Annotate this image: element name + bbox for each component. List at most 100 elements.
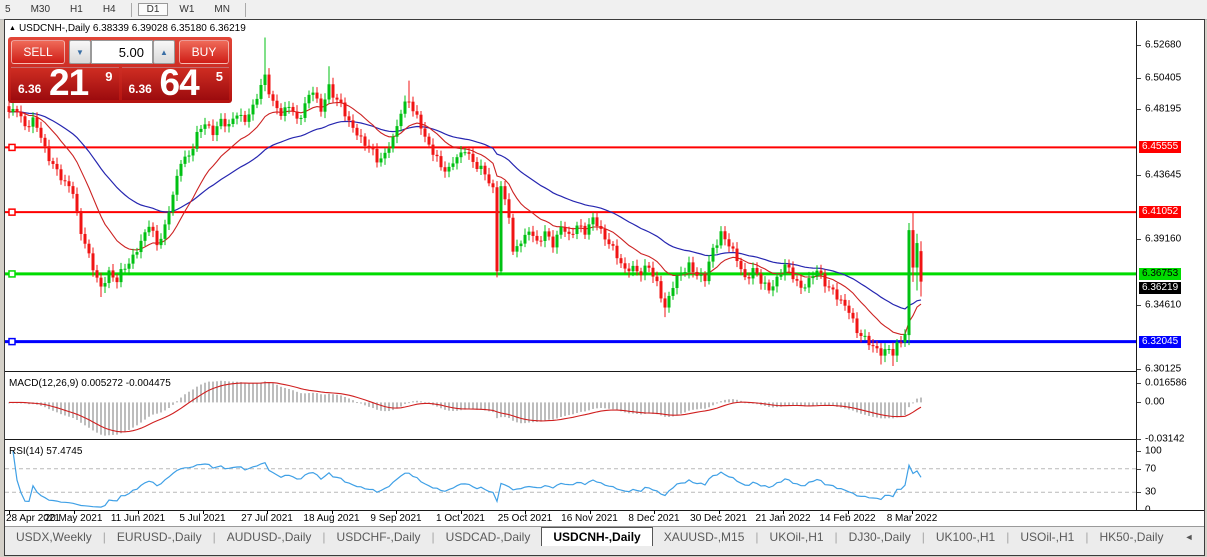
axis-tick-mark [1137,383,1141,385]
date-label: 18 Aug 2021 [303,513,360,524]
collapse-triangle-icon[interactable]: ▲ [9,25,16,32]
rsi-chart [5,450,1136,508]
ask-price-main: 64 [159,62,200,103]
axis-tick-mark [1137,438,1141,440]
axis-tick-mark [1137,45,1141,46]
macd-value-main: 0.005272 [81,378,123,389]
tab-scroll-left-icon[interactable]: ◄ [1184,532,1193,542]
tab-usoil-h1[interactable]: USOil-,H1 [1009,527,1085,546]
axis-tick-mark [1137,369,1141,371]
tab-usdx-weekly[interactable]: USDX,Weekly [5,527,103,546]
date-label: 9 Sep 2021 [370,513,422,524]
bid-price-prefix: 6.36 [18,82,42,96]
date-label: 20 May 2021 [44,513,103,524]
bid-price-pip: 9 [105,69,113,84]
current-price-label: 6.36219 [1139,281,1182,294]
price-axis[interactable]: 6.52680 6.50405 6.48195 6.43645 6.39160 6.346… [1136,21,1204,516]
bid-price-main: 21 [49,62,89,103]
toolbar-separator [244,2,246,17]
date-label: 5 Jul 2021 [179,513,226,524]
rsi-name: RSI(14) [9,446,44,457]
price-tick-label: 6.43645 [1145,169,1182,181]
tab-dj30-daily[interactable]: DJ30-,Daily [838,527,922,546]
date-label: 1 Oct 2021 [436,513,485,524]
macd-tick-label: 0.00 [1145,396,1165,408]
axis-tick-mark [1137,468,1141,470]
axis-tick-mark [1137,239,1141,241]
axis-tick-mark [1137,304,1141,306]
toolbar-separator [130,2,132,17]
macd-tick-label: 0.016586 [1145,377,1187,389]
timeframe-button-m30[interactable]: M30 [22,3,59,16]
price-tick-label: 6.50405 [1145,72,1182,84]
rsi-tick-label: 100 [1145,445,1162,457]
chart-window: ▲ USDCNH-,Daily 6.38339 6.39028 6.35180 6… [4,19,1205,556]
date-label: 16 Nov 2021 [561,513,618,524]
hline-price-label: 6.41052 [1139,206,1182,219]
buy-button[interactable]: BUY [179,40,229,64]
ask-price-pip: 5 [215,69,223,84]
bottom-strip [5,546,1204,555]
axis-tick-mark [1137,77,1141,79]
one-click-trading-panel: SELL ▼ 5.00 ▲ BUY 6.36 21 9 6.36 64 5 [8,37,232,103]
price-tick-label: 6.30125 [1145,363,1182,375]
timeframe-button-h1[interactable]: H1 [61,3,92,16]
tab-usdcnh-daily[interactable]: USDCNH-,Daily [541,527,653,546]
axis-tick-mark [1137,109,1141,111]
macd-pane[interactable]: MACD(12,26,9) 0.005272 -0.004475 [5,376,1204,440]
price-tick-label: 6.48195 [1145,103,1182,115]
legend-close: 6.36219 [209,23,246,34]
rsi-legend: RSI(14) 57.4745 [9,446,82,457]
bid-price-box[interactable]: 6.36 21 9 [11,62,119,103]
rsi-tick-label: 70 [1145,463,1157,475]
date-label: 8 Dec 2021 [628,513,680,524]
date-label: 25 Oct 2021 [497,513,553,524]
axis-tick-mark [1137,451,1141,452]
sell-button[interactable]: SELL [11,40,65,64]
ask-price-box[interactable]: 6.36 64 5 [121,62,229,103]
tab-xauusd-m15[interactable]: XAUUSD-,M15 [653,527,756,546]
date-label: 8 Mar 2022 [886,513,938,524]
timeframe-toolbar: 5 M30 H1 H4 D1 W1 MN [0,0,1207,20]
hline-price-label: 6.32045 [1139,335,1182,348]
rsi-value: 57.4745 [46,446,83,457]
date-label: 30 Dec 2021 [690,513,747,524]
date-label: 21 Jan 2022 [755,513,811,524]
tab-hk50-daily[interactable]: HK50-,Daily [1088,527,1174,546]
tab-ukoil-h1[interactable]: UKOil-,H1 [759,527,835,546]
legend-symbol: USDCNH-,Daily [18,23,91,34]
timeframe-button-5[interactable]: 5 [0,3,20,16]
tab-usdcad-daily[interactable]: USDCAD-,Daily [435,527,542,546]
timeframe-button-mn[interactable]: MN [205,3,239,16]
macd-name: MACD(12,26,9) [9,378,79,389]
macd-legend: MACD(12,26,9) 0.005272 -0.004475 [9,378,171,389]
ask-price-prefix: 6.36 [128,82,152,96]
tab-eurusd-daily[interactable]: EURUSD-,Daily [106,527,213,546]
legend-open: 6.38339 [92,23,129,34]
price-tick-label: 6.39160 [1145,233,1182,245]
chart-tab-bar: USDX,Weekly | EURUSD-,Daily | AUDUSD-,Daily |… [5,526,1204,546]
date-label: 27 Jul 2021 [241,513,293,524]
timeframe-button-d1[interactable]: D1 [137,3,169,16]
date-label: 11 Jun 2021 [110,513,166,524]
chart-legend: ▲ USDCNH-,Daily 6.38339 6.39028 6.35180 6… [9,23,246,34]
macd-chart [8,380,922,436]
rsi-tick-label: 30 [1145,486,1157,498]
date-axis[interactable]: 28 Apr 2021 20 May 2021 11 Jun 2021 5 Jul 2… [5,510,1204,527]
tab-audusd-daily[interactable]: AUDUSD-,Daily [216,527,323,546]
macd-value-signal: -0.004475 [125,378,171,389]
tab-usdchf-daily[interactable]: USDCHF-,Daily [326,527,432,546]
timeframe-button-w1[interactable]: W1 [170,3,203,16]
axis-tick-mark [1137,402,1141,404]
date-label: 14 Feb 2022 [819,513,876,524]
timeframe-button-h4[interactable]: H4 [94,3,125,16]
volume-decrease-button[interactable]: ▼ [69,40,91,64]
axis-tick-mark [1137,492,1141,494]
hline-price-label: 6.45555 [1139,141,1182,154]
price-tick-label: 6.52680 [1145,39,1182,51]
rsi-pane[interactable]: RSI(14) 57.4745 [5,444,1204,511]
tab-uk100-h1[interactable]: UK100-,H1 [925,527,1006,546]
volume-increase-button[interactable]: ▲ [153,40,175,64]
volume-input[interactable]: 5.00 [91,40,153,64]
main-chart-pane[interactable]: ▲ USDCNH-,Daily 6.38339 6.39028 6.35180 6… [5,21,1204,371]
